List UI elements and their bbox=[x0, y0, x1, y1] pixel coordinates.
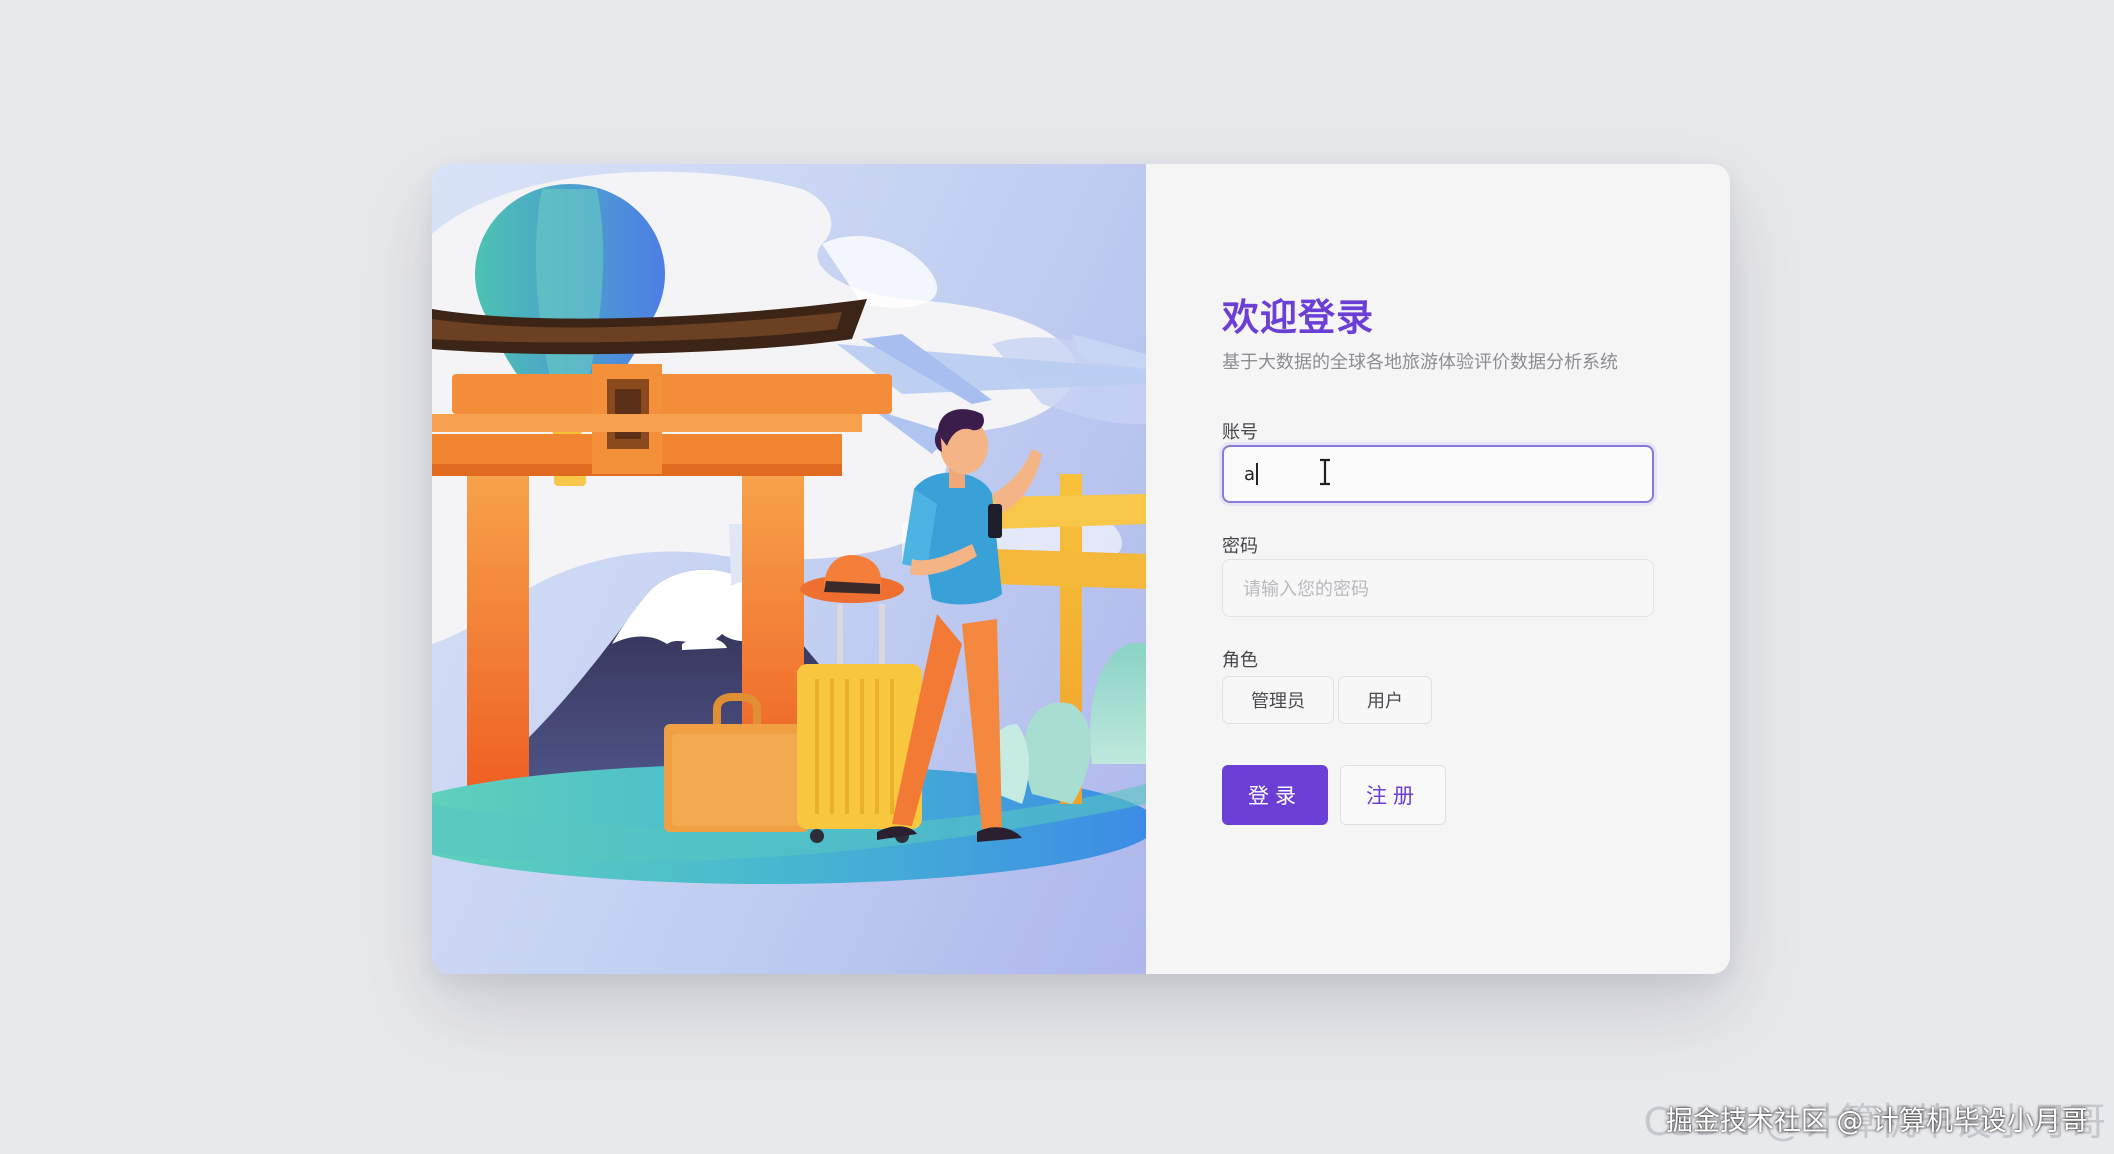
account-input-value: a bbox=[1244, 463, 1256, 485]
juejin-watermark: 掘金技术社区 @ 计算机毕设小月哥 bbox=[1665, 1106, 2088, 1137]
register-button-label: 注册 bbox=[1366, 784, 1420, 808]
login-panel: 欢迎登录 基于大数据的全球各地旅游体验评价数据分析系统 账号 a 密码 请输入您… bbox=[1146, 164, 1730, 974]
password-input[interactable]: 请输入您的密码 bbox=[1222, 559, 1654, 617]
login-title: 欢迎登录 bbox=[1222, 296, 1374, 339]
travel-illustration bbox=[432, 164, 1146, 974]
travel-illustration-icon bbox=[432, 171, 1146, 884]
account-label: 账号 bbox=[1222, 422, 1258, 443]
login-button-label: 登录 bbox=[1248, 784, 1302, 808]
password-label: 密码 bbox=[1222, 536, 1258, 557]
login-card: 欢迎登录 基于大数据的全球各地旅游体验评价数据分析系统 账号 a 密码 请输入您… bbox=[432, 164, 1730, 974]
login-button[interactable]: 登录 bbox=[1222, 765, 1328, 825]
text-caret bbox=[1256, 463, 1258, 485]
role-option-admin-label: 管理员 bbox=[1251, 691, 1305, 712]
system-subtitle: 基于大数据的全球各地旅游体验评价数据分析系统 bbox=[1222, 352, 1618, 373]
password-placeholder: 请输入您的密码 bbox=[1243, 579, 1369, 600]
role-option-user-label: 用户 bbox=[1367, 691, 1403, 712]
role-option-admin[interactable]: 管理员 bbox=[1222, 676, 1334, 724]
account-input[interactable]: a bbox=[1222, 445, 1654, 503]
register-button[interactable]: 注册 bbox=[1340, 765, 1446, 825]
role-option-user[interactable]: 用户 bbox=[1338, 676, 1432, 724]
text-cursor-icon bbox=[1320, 458, 1330, 486]
role-label: 角色 bbox=[1222, 650, 1258, 671]
